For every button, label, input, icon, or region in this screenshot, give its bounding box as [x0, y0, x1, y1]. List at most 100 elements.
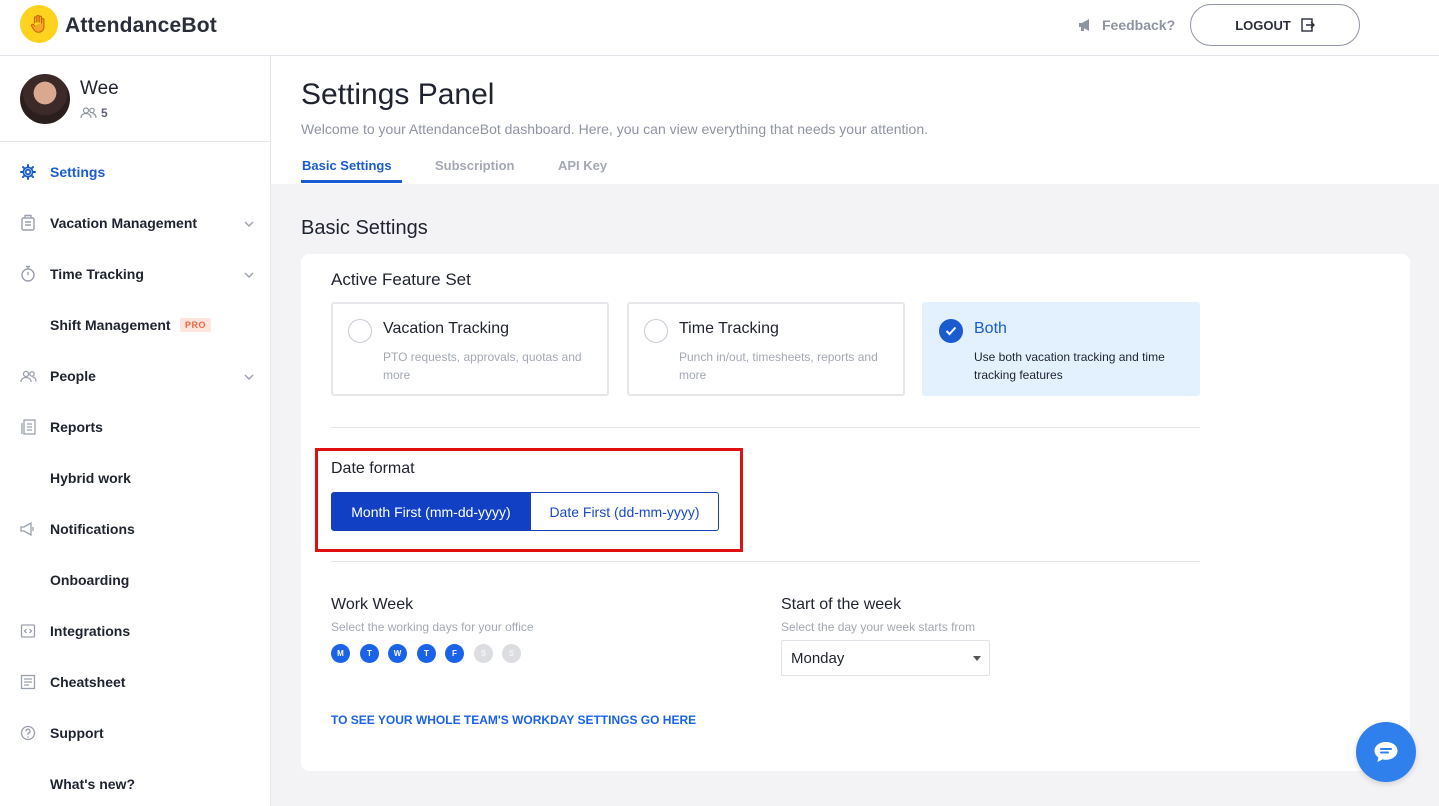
- chat-widget-button[interactable]: [1356, 722, 1416, 782]
- megaphone-icon: [19, 520, 37, 538]
- sidebar-item-settings[interactable]: Settings: [0, 152, 270, 192]
- feature-description: PTO requests, approvals, quotas and more: [383, 350, 582, 382]
- section-title: Basic Settings: [301, 217, 428, 239]
- hand-icon: [30, 14, 45, 33]
- day-toggle-monday[interactable]: M: [331, 644, 350, 663]
- user-profile[interactable]: Wee 5: [0, 56, 270, 142]
- logout-button[interactable]: LOGOUT: [1190, 4, 1360, 46]
- member-count: 5: [80, 106, 108, 120]
- brand-name: AttendanceBot: [65, 14, 217, 37]
- date-format-month-first-button[interactable]: Month First (mm-dd-yyyy): [331, 492, 531, 531]
- check-icon: [945, 326, 957, 336]
- sidebar-item-label: Vacation Management: [50, 215, 198, 231]
- avatar: [20, 74, 70, 124]
- page-subtitle: Welcome to your AttendanceBot dashboard.…: [301, 121, 929, 137]
- chevron-down-icon: [244, 367, 254, 385]
- sidebar-item-label: Time Tracking: [50, 266, 144, 282]
- tab-subscription[interactable]: Subscription: [435, 158, 514, 173]
- active-feature-set-title: Active Feature Set: [331, 270, 471, 289]
- sidebar-item-label: Hybrid work: [50, 470, 131, 486]
- logout-label: LOGOUT: [1235, 17, 1291, 33]
- feature-title: Both: [974, 320, 1007, 337]
- start-of-week-title: Start of the week: [781, 596, 902, 613]
- top-bar: AttendanceBot Feedback? LOGOUT: [0, 0, 1439, 56]
- feature-option-time-tracking[interactable]: Time Tracking Punch in/out, timesheets, …: [627, 302, 905, 396]
- sidebar-item-label: Shift Management: [50, 317, 171, 333]
- people-icon: [80, 107, 97, 119]
- chevron-down-icon: [244, 265, 254, 283]
- people-icon: [19, 367, 37, 385]
- sidebar-item-time-tracking[interactable]: Time Tracking: [0, 254, 270, 294]
- main-content: Basic Settings Active Feature Set Vacati…: [271, 184, 1439, 806]
- sidebar-item-label: Onboarding: [50, 572, 130, 588]
- sidebar-item-label: Reports: [50, 419, 103, 435]
- pro-badge: PRO: [180, 318, 212, 332]
- sidebar-item-label: What's new?: [50, 776, 135, 792]
- sidebar-item-cheatsheet[interactable]: Cheatsheet: [0, 662, 270, 702]
- day-toggle-sunday[interactable]: S: [502, 644, 521, 663]
- sidebar-item-shift-management[interactable]: Shift Management PRO: [0, 305, 270, 345]
- radio-button[interactable]: [348, 319, 372, 343]
- radio-button[interactable]: [644, 319, 668, 343]
- exit-icon: [1301, 18, 1315, 32]
- attendancebot-logo[interactable]: [20, 5, 58, 43]
- radio-button-checked[interactable]: [939, 319, 963, 343]
- sidebar: Wee 5 Settings Vacation Management Time …: [0, 56, 271, 806]
- sidebar-item-label: Notifications: [50, 521, 135, 537]
- feature-description: Use both vacation tracking and time trac…: [974, 350, 1165, 382]
- sidebar-item-onboarding[interactable]: Onboarding: [0, 560, 270, 600]
- sidebar-item-reports[interactable]: Reports: [0, 407, 270, 447]
- divider: [331, 561, 1200, 562]
- day-toggle-tuesday[interactable]: T: [360, 644, 379, 663]
- select-value: Monday: [791, 649, 845, 667]
- feature-title: Time Tracking: [679, 320, 779, 337]
- sidebar-item-label: People: [50, 368, 96, 384]
- start-of-week-select[interactable]: Monday: [781, 640, 990, 676]
- cheatsheet-icon: [19, 673, 37, 691]
- day-toggle-friday[interactable]: F: [445, 644, 464, 663]
- dropdown-arrow-icon: [973, 656, 981, 661]
- feature-title: Vacation Tracking: [383, 320, 509, 337]
- team-workday-settings-link[interactable]: TO SEE YOUR WHOLE TEAM'S WORKDAY SETTING…: [331, 713, 696, 727]
- sidebar-item-support[interactable]: Support: [0, 713, 270, 753]
- start-of-week-subtitle: Select the day your week starts from: [781, 620, 976, 634]
- sidebar-item-label: Settings: [50, 164, 106, 180]
- settings-card: Active Feature Set Vacation Tracking PTO…: [301, 254, 1410, 771]
- work-week-subtitle: Select the working days for your office: [331, 620, 534, 634]
- sidebar-item-label: Support: [50, 725, 104, 741]
- tab-basic-settings[interactable]: Basic Settings: [302, 158, 392, 173]
- work-week-title: Work Week: [331, 596, 414, 613]
- sidebar-item-vacation-management[interactable]: Vacation Management: [0, 203, 270, 243]
- date-format-date-first-button[interactable]: Date First (dd-mm-yyyy): [530, 492, 719, 531]
- day-toggle-thursday[interactable]: T: [417, 644, 436, 663]
- megaphone-icon: [1079, 19, 1089, 31]
- page-header: Settings Panel Welcome to your Attendanc…: [271, 56, 1439, 184]
- member-count-value: 5: [101, 106, 108, 120]
- user-name: Wee: [80, 78, 119, 99]
- day-toggle-wednesday[interactable]: W: [388, 644, 407, 663]
- sidebar-item-label: Integrations: [50, 623, 131, 639]
- feedback-label: Feedback?: [1102, 17, 1176, 33]
- feature-option-both[interactable]: Both Use both vacation tracking and time…: [922, 302, 1200, 396]
- sidebar-item-people[interactable]: People: [0, 356, 270, 396]
- integrations-icon: [19, 622, 37, 640]
- chevron-down-icon: [244, 214, 254, 232]
- stopwatch-icon: [19, 265, 37, 283]
- report-icon: [19, 418, 37, 436]
- divider: [331, 427, 1200, 428]
- feedback-link[interactable]: Feedback?: [1078, 17, 1175, 33]
- active-tab-indicator: [301, 180, 402, 183]
- sidebar-item-whats-new[interactable]: What's new?: [0, 764, 270, 804]
- gear-icon: [19, 163, 37, 181]
- sidebar-item-notifications[interactable]: Notifications: [0, 509, 270, 549]
- help-icon: [19, 724, 37, 742]
- page-title: Settings Panel: [301, 78, 495, 111]
- tab-api-key[interactable]: API Key: [558, 158, 607, 173]
- sidebar-item-hybrid-work[interactable]: Hybrid work: [0, 458, 270, 498]
- chat-bubble-icon: [1374, 742, 1398, 762]
- sidebar-item-integrations[interactable]: Integrations: [0, 611, 270, 651]
- day-toggle-saturday[interactable]: S: [474, 644, 493, 663]
- feature-option-vacation-tracking[interactable]: Vacation Tracking PTO requests, approval…: [331, 302, 609, 396]
- date-format-title: Date format: [331, 460, 415, 477]
- sidebar-item-label: Cheatsheet: [50, 674, 126, 690]
